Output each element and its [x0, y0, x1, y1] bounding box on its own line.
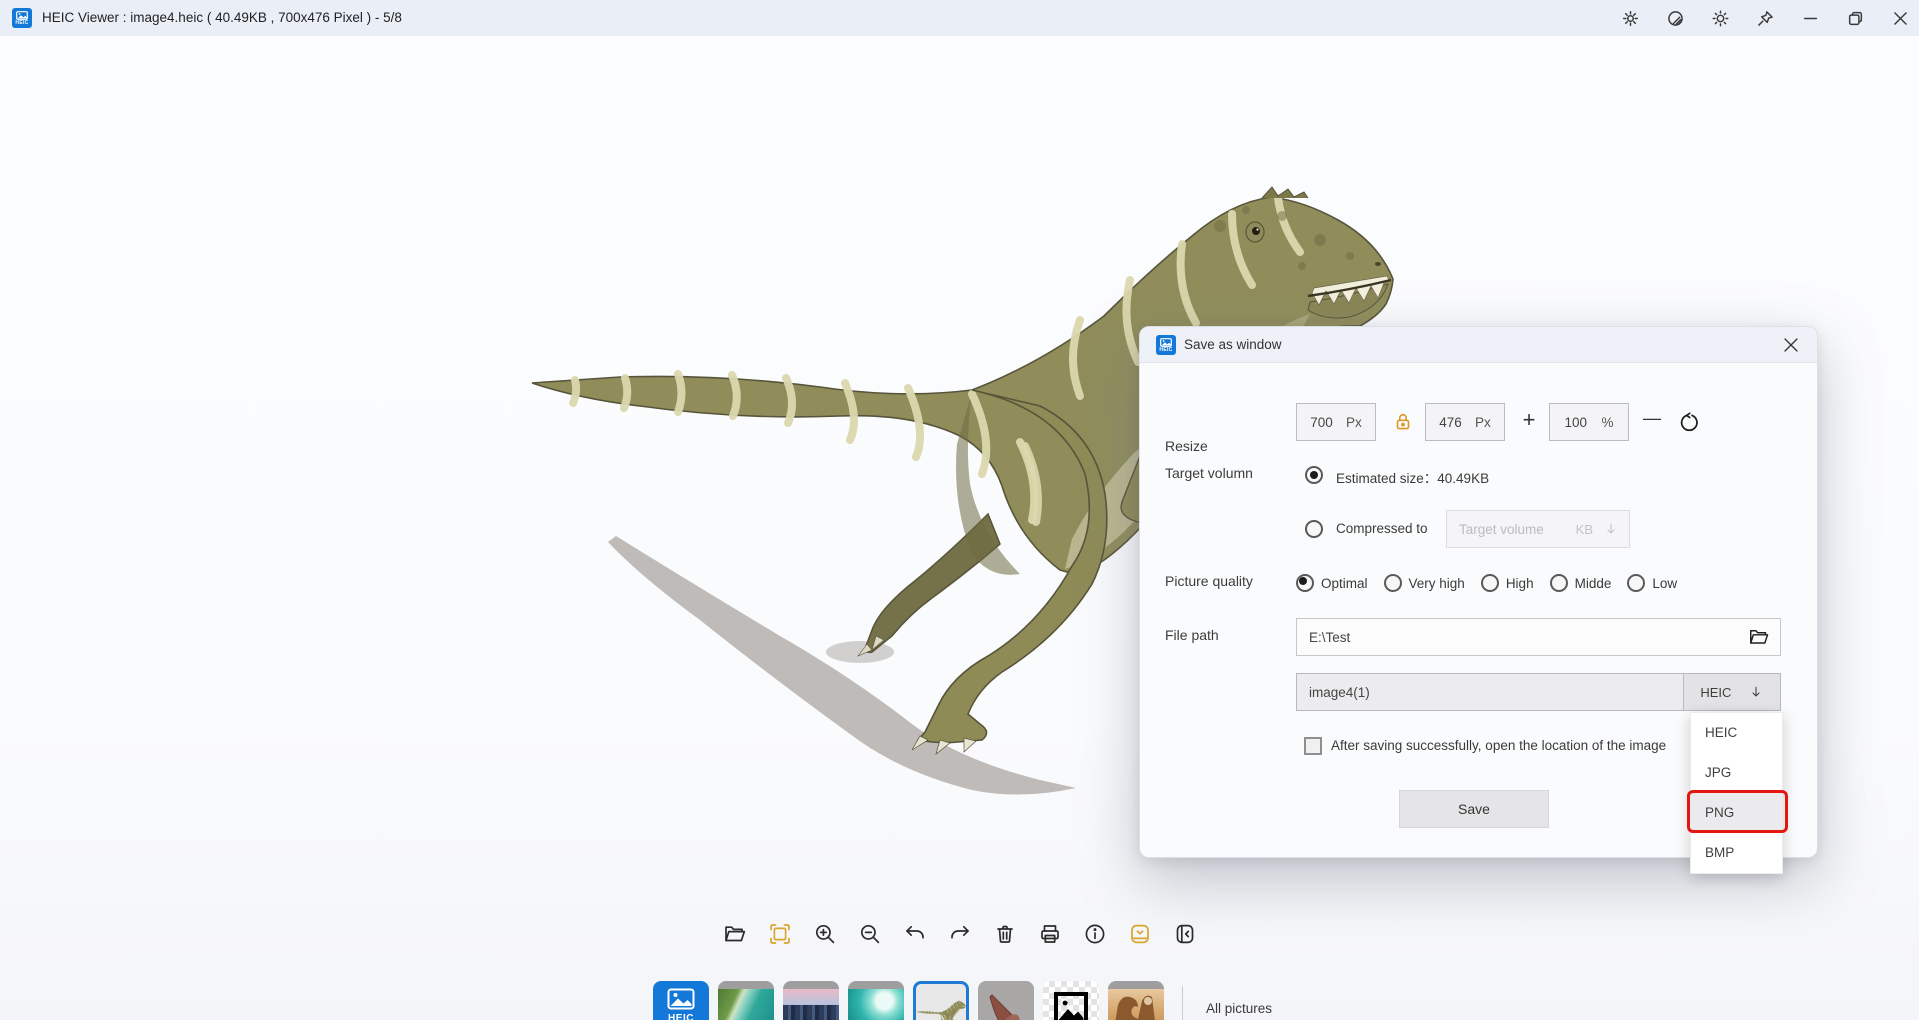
- thumbnail-divider: [1182, 986, 1183, 1020]
- quality-option-high[interactable]: High: [1481, 574, 1534, 592]
- quality-option-midde[interactable]: Midde: [1550, 574, 1612, 592]
- quality-radio-very-high[interactable]: [1384, 574, 1402, 592]
- format-option-jpg[interactable]: JPG: [1691, 753, 1782, 793]
- file-path-label: File path: [1165, 627, 1219, 643]
- resize-width-unit: Px: [1346, 415, 1362, 430]
- save-button[interactable]: Save: [1399, 790, 1549, 828]
- quality-option-low[interactable]: Low: [1627, 574, 1677, 592]
- pin-icon[interactable]: [1753, 6, 1777, 30]
- resize-height-unit: Px: [1475, 415, 1491, 430]
- settings-gear-icon[interactable]: [1618, 6, 1642, 30]
- quality-option-very-high[interactable]: Very high: [1384, 574, 1465, 592]
- format-dropdown-menu: HEIC JPG PNG BMP: [1690, 712, 1783, 874]
- app-logo-icon: HEIC: [12, 8, 32, 28]
- resize-label: Resize: [1165, 438, 1208, 454]
- thumbnail-heic-label: HEIC: [668, 1013, 694, 1020]
- brightness-icon[interactable]: [1708, 6, 1732, 30]
- collapse-thumbnails-icon[interactable]: [1128, 922, 1152, 946]
- resize-width-input[interactable]: 700 Px: [1296, 403, 1376, 441]
- quality-label-very-high: Very high: [1409, 576, 1465, 591]
- dialog-app-icon: HEIC: [1156, 335, 1176, 355]
- thumbnail-city-skyline[interactable]: [783, 981, 839, 1020]
- resize-percent-input[interactable]: 100 %: [1549, 403, 1629, 441]
- close-button[interactable]: [1888, 6, 1912, 30]
- thumbnail-dinosaur-selected[interactable]: [913, 981, 969, 1020]
- redo-icon[interactable]: [948, 922, 972, 946]
- target-volume-unit: KB: [1576, 522, 1593, 537]
- thumbnail-beach-aerial[interactable]: [718, 981, 774, 1020]
- compressed-to-radio[interactable]: [1305, 520, 1323, 538]
- estimated-size-label: Estimated size：40.49KB: [1336, 467, 1489, 487]
- viewer-toolbar: [723, 922, 1197, 946]
- quality-label-midde: Midde: [1575, 576, 1612, 591]
- picture-quality-options: Optimal Very high High Midde Low: [1296, 574, 1677, 592]
- picture-quality-label: Picture quality: [1165, 573, 1253, 589]
- aspect-lock-icon[interactable]: [1391, 410, 1415, 434]
- quality-radio-midde[interactable]: [1550, 574, 1568, 592]
- zoom-in-icon[interactable]: [813, 922, 837, 946]
- thumbnail-strip: HEIC: [653, 981, 1164, 1020]
- toggle-panel-icon[interactable]: [1173, 922, 1197, 946]
- file-name-value: image4(1): [1309, 685, 1683, 700]
- delete-icon[interactable]: [993, 922, 1017, 946]
- target-volume-dropdown-icon: [1603, 521, 1619, 537]
- format-select[interactable]: HEIC: [1683, 674, 1780, 710]
- minimize-button[interactable]: [1798, 6, 1822, 30]
- open-file-icon[interactable]: [723, 922, 747, 946]
- theme-icon[interactable]: [1663, 6, 1687, 30]
- resize-height-value: 476: [1439, 415, 1462, 430]
- all-pictures-label[interactable]: All pictures: [1206, 981, 1272, 1020]
- resize-percent-value: 100: [1564, 415, 1587, 430]
- format-dropdown-icon[interactable]: [1748, 684, 1764, 700]
- print-icon[interactable]: [1038, 922, 1062, 946]
- quality-radio-optimal[interactable]: [1296, 574, 1314, 592]
- open-location-label: After saving successfully, open the loca…: [1331, 738, 1689, 753]
- format-option-png[interactable]: PNG: [1691, 793, 1782, 833]
- open-location-checkbox[interactable]: [1304, 737, 1322, 755]
- resize-width-value: 700: [1310, 415, 1333, 430]
- dialog-app-icon-text: HEIC: [1159, 348, 1172, 353]
- file-name-input[interactable]: image4(1) HEIC: [1296, 673, 1781, 711]
- file-path-value: E:\Test: [1309, 630, 1748, 645]
- zoom-out-icon[interactable]: [858, 922, 882, 946]
- estimated-size-radio[interactable]: [1305, 466, 1323, 484]
- quality-radio-low[interactable]: [1627, 574, 1645, 592]
- format-selected-value: HEIC: [1700, 685, 1731, 700]
- scale-minus-button[interactable]: —: [1640, 406, 1664, 430]
- reset-size-icon[interactable]: [1677, 410, 1701, 434]
- browse-folder-icon[interactable]: [1748, 626, 1770, 648]
- thumbnail-placeholder[interactable]: [1043, 981, 1099, 1020]
- format-option-heic[interactable]: HEIC: [1691, 713, 1782, 753]
- title-bar: HEIC HEIC Viewer : image4.heic ( 40.49KB…: [0, 0, 1919, 36]
- format-option-bmp[interactable]: BMP: [1691, 833, 1782, 873]
- quality-radio-high[interactable]: [1481, 574, 1499, 592]
- thumbnail-surf-wave[interactable]: [848, 981, 904, 1020]
- maximize-restore-button[interactable]: [1843, 6, 1867, 30]
- target-volume-placeholder: Target volume: [1459, 522, 1576, 537]
- resize-percent-unit: %: [1602, 415, 1614, 430]
- target-volume-input[interactable]: Target volume KB: [1446, 510, 1630, 548]
- thumbnail-heic-logo[interactable]: HEIC: [653, 981, 709, 1020]
- undo-icon[interactable]: [903, 922, 927, 946]
- heic-viewer-window: HEIC HEIC Viewer : image4.heic ( 40.49KB…: [0, 0, 1919, 1020]
- scale-plus-button[interactable]: +: [1517, 408, 1541, 432]
- fit-to-screen-icon[interactable]: [768, 922, 792, 946]
- thumbnail-desert-arch[interactable]: [1108, 981, 1164, 1020]
- app-logo-text: HEIC: [15, 21, 28, 26]
- target-volume-label: Target volumn: [1165, 465, 1253, 481]
- dialog-close-icon[interactable]: [1779, 333, 1803, 357]
- thumbnail-pipe[interactable]: [978, 981, 1034, 1020]
- dialog-header: HEIC Save as window: [1140, 327, 1817, 363]
- file-path-input[interactable]: E:\Test: [1296, 618, 1781, 656]
- quality-option-optimal[interactable]: Optimal: [1296, 574, 1368, 592]
- resize-height-input[interactable]: 476 Px: [1425, 403, 1505, 441]
- quality-label-optimal: Optimal: [1321, 576, 1368, 591]
- quality-label-low: Low: [1652, 576, 1677, 591]
- quality-label-high: High: [1506, 576, 1534, 591]
- window-title: HEIC Viewer : image4.heic ( 40.49KB , 70…: [42, 0, 402, 36]
- compressed-to-label: Compressed to: [1336, 521, 1428, 536]
- dialog-title: Save as window: [1184, 327, 1282, 363]
- info-icon[interactable]: [1083, 922, 1107, 946]
